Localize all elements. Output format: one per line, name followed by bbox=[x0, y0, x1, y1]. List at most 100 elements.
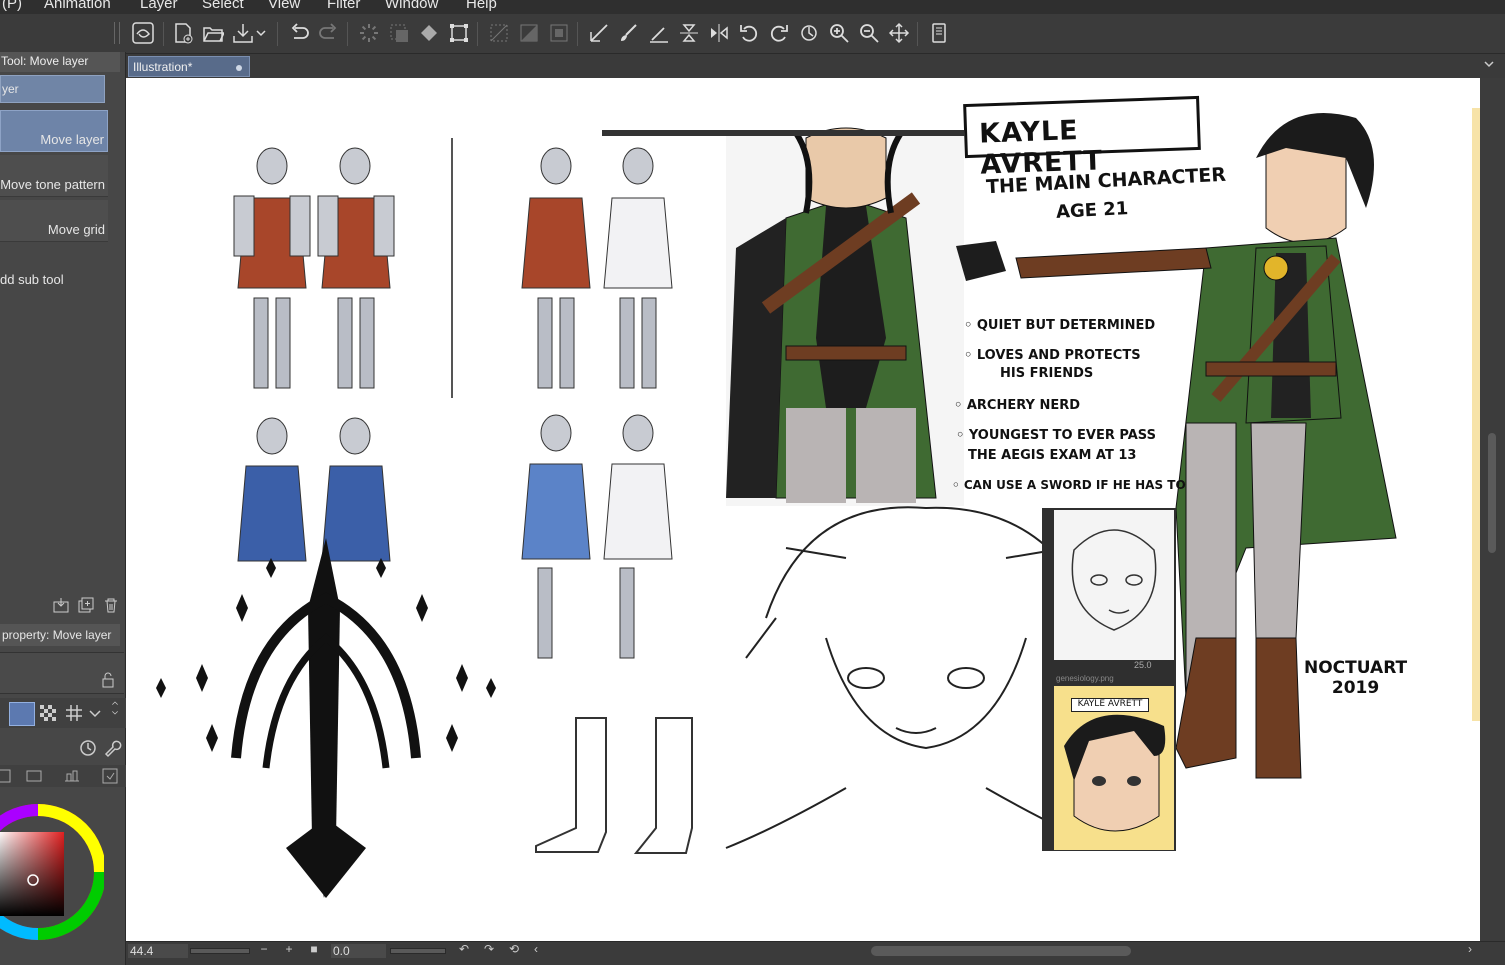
menu-select[interactable]: Select bbox=[202, 0, 244, 12]
knight-red-front bbox=[233, 147, 311, 389]
palette-tab-icon[interactable] bbox=[0, 766, 14, 786]
menu-animation[interactable]: Animation bbox=[44, 0, 111, 12]
rotation-input[interactable]: 0.0 bbox=[331, 944, 386, 958]
palette-tab-icon[interactable] bbox=[100, 766, 120, 786]
grid-icon[interactable] bbox=[64, 703, 84, 723]
reset-rotation-icon[interactable]: ⟲ bbox=[506, 942, 522, 958]
scroll-right-icon[interactable]: › bbox=[1462, 942, 1478, 958]
clip-studio-icon[interactable] bbox=[130, 20, 156, 46]
signature-name: NOCTUART bbox=[1304, 658, 1408, 678]
clear-selection-icon[interactable] bbox=[386, 20, 412, 46]
menu-window[interactable]: Window bbox=[385, 0, 438, 12]
artwork-drawing bbox=[156, 108, 1480, 898]
undo-icon[interactable] bbox=[286, 20, 312, 46]
fit-icon[interactable]: ■ bbox=[306, 942, 322, 958]
knight-red-back bbox=[317, 147, 395, 389]
move-hand-icon[interactable] bbox=[886, 20, 912, 46]
open-folder-icon[interactable] bbox=[200, 20, 226, 46]
subtool-group-tab[interactable]: yer bbox=[0, 75, 105, 103]
trash-icon[interactable] bbox=[102, 596, 120, 614]
trait-4b: THE AEGIS EXAM AT 13 bbox=[968, 448, 1137, 463]
vertical-scrollbar[interactable] bbox=[1480, 78, 1505, 941]
toolbar-grip[interactable] bbox=[114, 22, 120, 44]
trait-3: ◦ ARCHERY NERD bbox=[954, 398, 1081, 413]
tab-illustration[interactable]: Illustration* bbox=[128, 56, 250, 77]
trait-2b: HIS FRIENDS bbox=[1000, 366, 1094, 381]
checker-icon[interactable] bbox=[38, 703, 58, 723]
wrench-icon[interactable] bbox=[102, 738, 122, 758]
rotate-left-icon[interactable] bbox=[736, 20, 762, 46]
reset-rotation-icon[interactable] bbox=[796, 20, 822, 46]
save-icon[interactable] bbox=[230, 20, 256, 46]
layer-mode-button[interactable] bbox=[9, 702, 35, 726]
expand-selection-icon[interactable] bbox=[546, 20, 572, 46]
subtool-move-grid[interactable]: Move grid bbox=[0, 200, 108, 242]
menu-filter[interactable]: Filter bbox=[327, 0, 360, 12]
add-sub-tool-button[interactable]: dd sub tool bbox=[0, 272, 64, 287]
color-wheel[interactable] bbox=[0, 790, 104, 954]
subtool-move-layer[interactable]: Move layer bbox=[0, 110, 108, 152]
zoom-in-icon[interactable] bbox=[826, 20, 852, 46]
document-tabbar: Illustration* bbox=[126, 54, 1505, 78]
spinner-icon[interactable] bbox=[356, 20, 382, 46]
zoom-slider[interactable] bbox=[190, 948, 250, 954]
trait-5: ◦ CAN USE A SWORD IF HE HAS TO bbox=[952, 478, 1186, 492]
brush-icon[interactable] bbox=[616, 20, 642, 46]
subtool-actions bbox=[50, 596, 125, 616]
close-tab-icon[interactable] bbox=[236, 65, 242, 71]
flip-vertical-icon[interactable] bbox=[676, 20, 702, 46]
reset-icon[interactable] bbox=[78, 738, 98, 758]
scroll-left-icon[interactable]: ‹ bbox=[528, 942, 544, 958]
canvas[interactable]: KAYLE AVRETT THE MAIN CHARACTER AGE 21 ◦… bbox=[126, 78, 1480, 941]
subtool-label: Move tone pattern bbox=[0, 177, 105, 192]
stepper-arrows-icon[interactable] bbox=[108, 698, 122, 718]
copy-subtool-icon[interactable] bbox=[52, 596, 70, 614]
ruler-icon[interactable] bbox=[586, 20, 612, 46]
palette-tab-icon[interactable] bbox=[24, 766, 44, 786]
flip-horizontal-icon[interactable] bbox=[706, 20, 732, 46]
zoom-input[interactable]: 44.4 bbox=[128, 944, 188, 958]
knight-blue-row bbox=[237, 414, 673, 659]
trait-1: ◦ QUIET BUT DETERMINED bbox=[964, 318, 1156, 333]
pen-ruler-icon[interactable] bbox=[646, 20, 672, 46]
subtool-label: Move layer bbox=[40, 132, 104, 147]
fill-icon[interactable] bbox=[416, 20, 442, 46]
palette-tabs bbox=[0, 765, 126, 787]
zoom-minus-icon[interactable]: − bbox=[256, 942, 272, 958]
new-file-icon[interactable] bbox=[170, 20, 196, 46]
redo-icon[interactable] bbox=[316, 20, 342, 46]
command-bar bbox=[0, 14, 1505, 54]
selection-outside-icon[interactable] bbox=[486, 20, 512, 46]
reference-image-sketch bbox=[1054, 510, 1174, 660]
duplicate-subtool-icon[interactable] bbox=[77, 596, 95, 614]
character-age: AGE 21 bbox=[1055, 198, 1129, 223]
rotation-slider[interactable] bbox=[390, 948, 446, 954]
menu-view[interactable]: View bbox=[268, 0, 300, 12]
transform-icon[interactable] bbox=[446, 20, 472, 46]
rotate-right-icon[interactable] bbox=[766, 20, 792, 46]
tablet-icon[interactable] bbox=[926, 20, 952, 46]
menu-layer[interactable]: Layer bbox=[140, 0, 178, 12]
chevron-down-icon[interactable] bbox=[254, 20, 268, 46]
invert-selection-icon[interactable] bbox=[516, 20, 542, 46]
chevron-down-icon[interactable] bbox=[1483, 58, 1495, 70]
tab-label: Illustration* bbox=[133, 60, 193, 74]
palette-tab-icon[interactable] bbox=[62, 766, 82, 786]
menu-help[interactable]: Help bbox=[466, 0, 497, 12]
rotate-right-icon[interactable]: ↷ bbox=[481, 942, 497, 958]
zoom-out-icon[interactable] bbox=[856, 20, 882, 46]
menu-item[interactable]: (P) bbox=[2, 0, 22, 12]
knight-red-2 bbox=[521, 147, 673, 389]
signature-year: 2019 bbox=[1331, 678, 1380, 698]
zoom-plus-icon[interactable]: + bbox=[281, 942, 297, 958]
vertical-scroll-thumb[interactable] bbox=[1488, 433, 1496, 553]
reference-zoom: 25.0 bbox=[1134, 660, 1152, 670]
horizontal-scroll-thumb[interactable] bbox=[871, 946, 1131, 956]
character-name-title: KAYLE AVRETT bbox=[963, 95, 1201, 181]
chevron-down-icon[interactable] bbox=[88, 703, 102, 723]
trait-4: ◦ YOUNGEST TO EVER PASS bbox=[956, 428, 1156, 443]
rotate-left-icon[interactable]: ↶ bbox=[456, 942, 472, 958]
lock-icon[interactable] bbox=[100, 672, 116, 688]
clip-studio-window: (P) Animation Layer Select View Filter W… bbox=[0, 0, 1505, 965]
subtool-move-tone-pattern[interactable]: Move tone pattern bbox=[0, 155, 108, 197]
